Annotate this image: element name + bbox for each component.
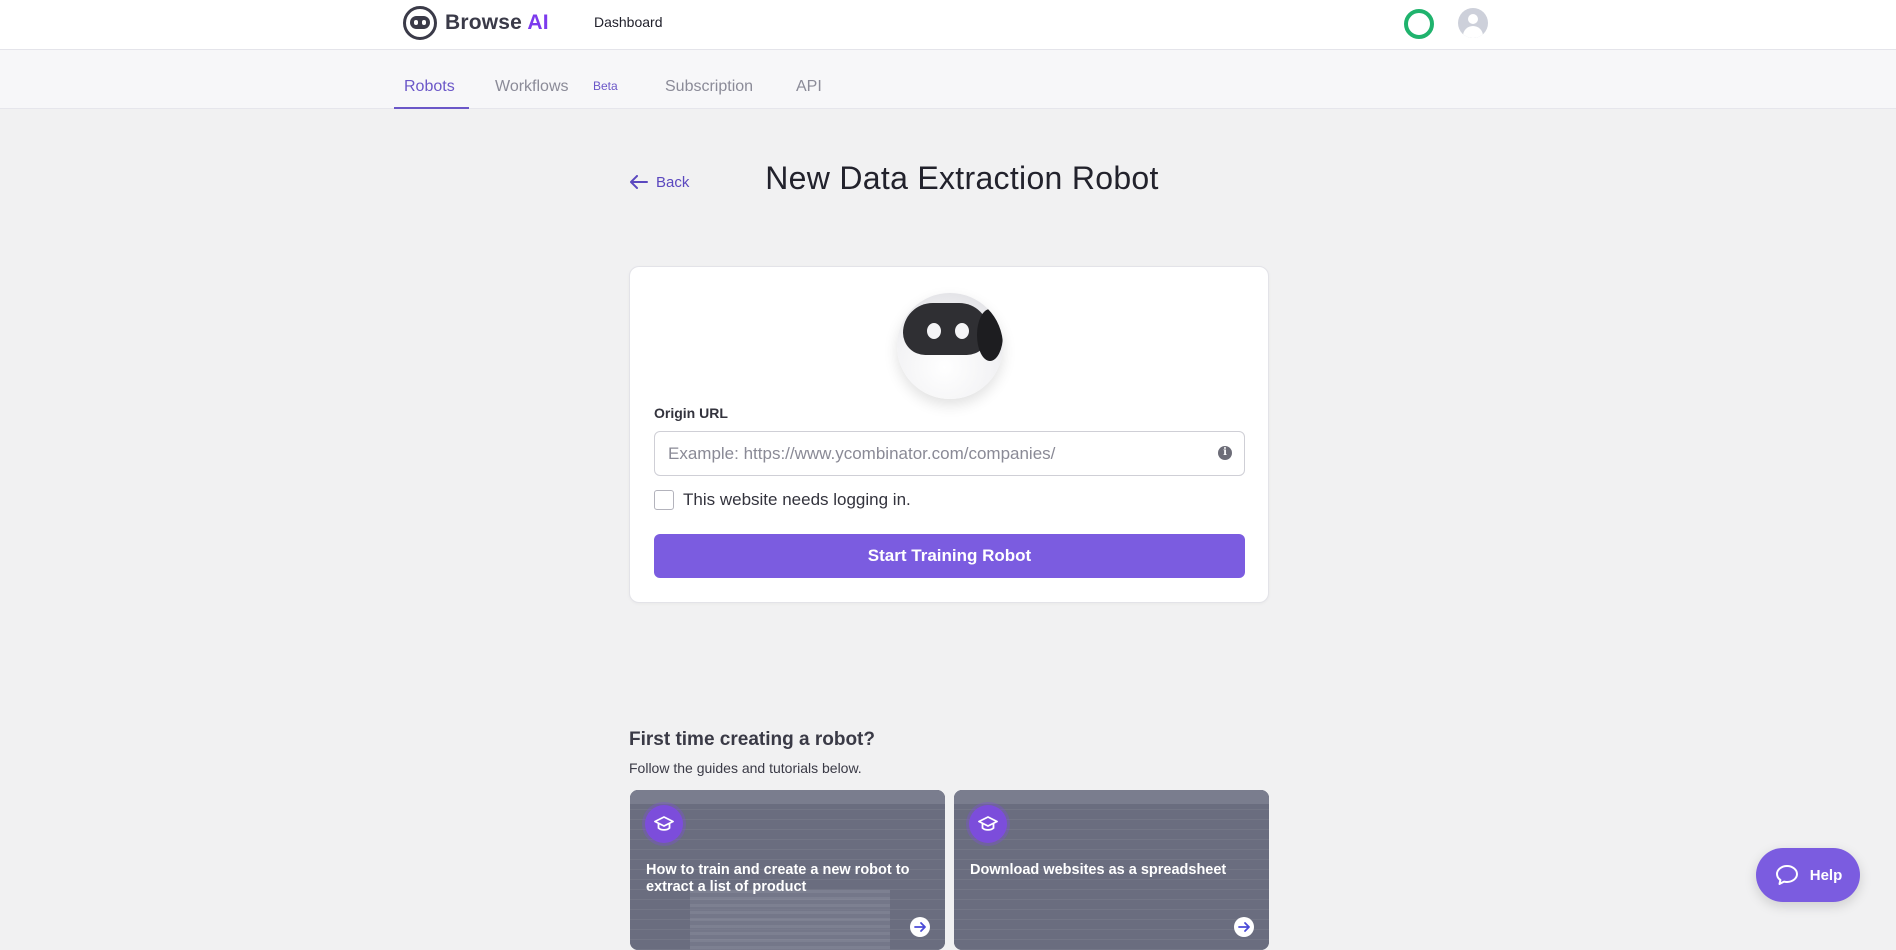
brand-logo[interactable]: Browse AI (403, 6, 549, 40)
graduation-cap-icon (645, 805, 683, 843)
arrow-right-icon[interactable] (910, 917, 930, 937)
brand-name-accent: AI (527, 11, 549, 34)
login-required-option[interactable]: This website needs logging in. (654, 489, 911, 511)
tab-workflows[interactable]: Workflows (495, 50, 569, 109)
help-label: Help (1809, 866, 1843, 884)
help-button[interactable]: Help (1756, 848, 1860, 902)
active-tab-indicator (394, 107, 469, 109)
chat-bubble-icon (1775, 865, 1798, 885)
robot-face (903, 303, 1003, 361)
guide-card-download-spreadsheet[interactable]: Download websites as a spreadsheet (954, 790, 1269, 950)
info-icon[interactable]: i (1218, 446, 1232, 460)
page-title: New Data Extraction Robot (765, 160, 1159, 196)
robot-logo-icon (403, 6, 437, 40)
user-icon-head (1468, 14, 1478, 24)
guides-subtitle: Follow the guides and tutorials below. (629, 760, 862, 776)
start-training-button[interactable]: Start Training Robot (654, 534, 1245, 578)
user-avatar[interactable] (1458, 8, 1488, 38)
guide-thumbnail-detail (690, 890, 890, 950)
tab-bar: Robots Workflows Subscription API (0, 50, 1896, 109)
dashboard-link[interactable]: Dashboard (594, 14, 663, 30)
robot-mascot-icon (897, 293, 1003, 399)
guide-title: How to train and create a new robot to e… (646, 862, 910, 895)
login-required-checkbox[interactable] (654, 490, 674, 510)
tab-robots[interactable]: Robots (404, 50, 455, 109)
tab-subscription[interactable]: Subscription (665, 50, 753, 109)
beta-badge: Beta (593, 79, 618, 93)
brand-name: Browse AI (445, 11, 549, 35)
status-indicator-icon[interactable] (1404, 9, 1434, 39)
guide-card-train-robot[interactable]: How to train and create a new robot to e… (630, 790, 945, 950)
tab-api[interactable]: API (796, 50, 822, 109)
origin-url-label: Origin URL (654, 405, 728, 421)
origin-url-input[interactable] (655, 432, 1195, 475)
login-required-label: This website needs logging in. (683, 490, 911, 509)
guides-title: First time creating a robot? (629, 729, 875, 750)
user-icon-body (1463, 26, 1483, 38)
arrow-right-icon[interactable] (1234, 917, 1254, 937)
origin-url-field: i (654, 431, 1245, 476)
top-navbar: Browse AI Dashboard (0, 0, 1896, 50)
brand-name-primary: Browse (445, 11, 523, 34)
graduation-cap-icon (969, 805, 1007, 843)
guide-title: Download websites as a spreadsheet (970, 862, 1227, 878)
new-robot-card: Origin URL i This website needs logging … (629, 266, 1269, 603)
